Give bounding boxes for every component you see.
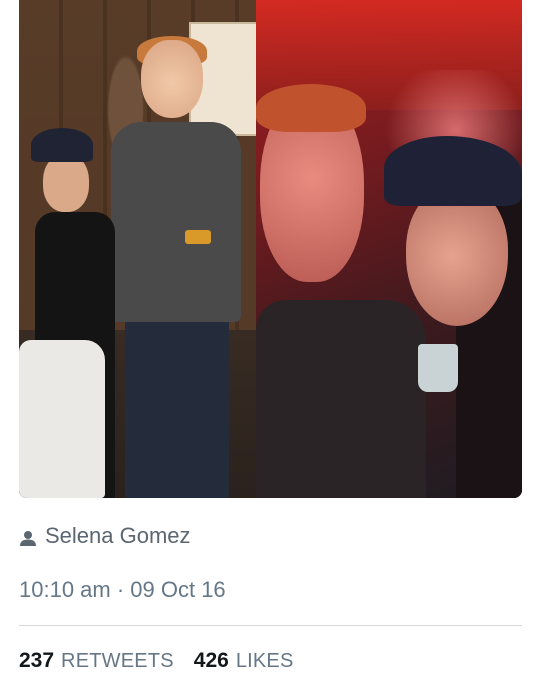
retweets-stat[interactable]: 237 RETWEETS xyxy=(19,649,174,673)
photo-bag xyxy=(19,340,105,498)
photo-person xyxy=(256,300,426,498)
tweet-stats: 237 RETWEETS 426 LIKES xyxy=(19,649,294,673)
tweet-author[interactable]: Selena Gomez xyxy=(19,522,191,550)
tweet-timestamp[interactable]: 10:10 am · 09 Oct 16 xyxy=(19,577,226,603)
photo-cup xyxy=(418,344,458,392)
divider xyxy=(19,625,522,626)
retweets-label: RETWEETS xyxy=(61,650,174,672)
likes-stat[interactable]: 426 LIKES xyxy=(194,649,294,673)
photo-face xyxy=(406,186,508,326)
photo-hair xyxy=(256,84,366,132)
tweet-media[interactable] xyxy=(19,0,522,498)
user-icon xyxy=(19,527,37,546)
likes-label: LIKES xyxy=(235,650,294,672)
tweet-photo-right[interactable] xyxy=(256,0,522,498)
author-name[interactable]: Selena Gomez xyxy=(45,523,191,549)
tweet-photo-left[interactable] xyxy=(19,0,256,498)
likes-count: 426 xyxy=(193,649,229,672)
retweets-count: 237 xyxy=(19,649,55,672)
